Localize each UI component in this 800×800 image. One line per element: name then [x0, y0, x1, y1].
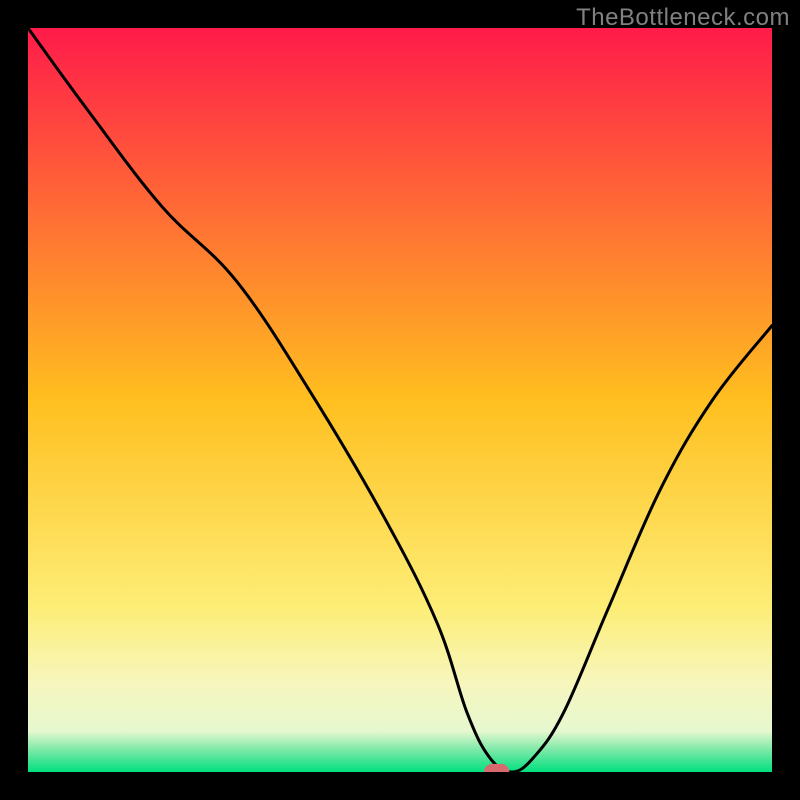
- chart-frame: TheBottleneck.com: [0, 0, 800, 800]
- watermark-text: TheBottleneck.com: [576, 4, 790, 32]
- chart-background: [28, 28, 772, 772]
- chart-svg: [28, 28, 772, 772]
- plot-area: [28, 28, 772, 772]
